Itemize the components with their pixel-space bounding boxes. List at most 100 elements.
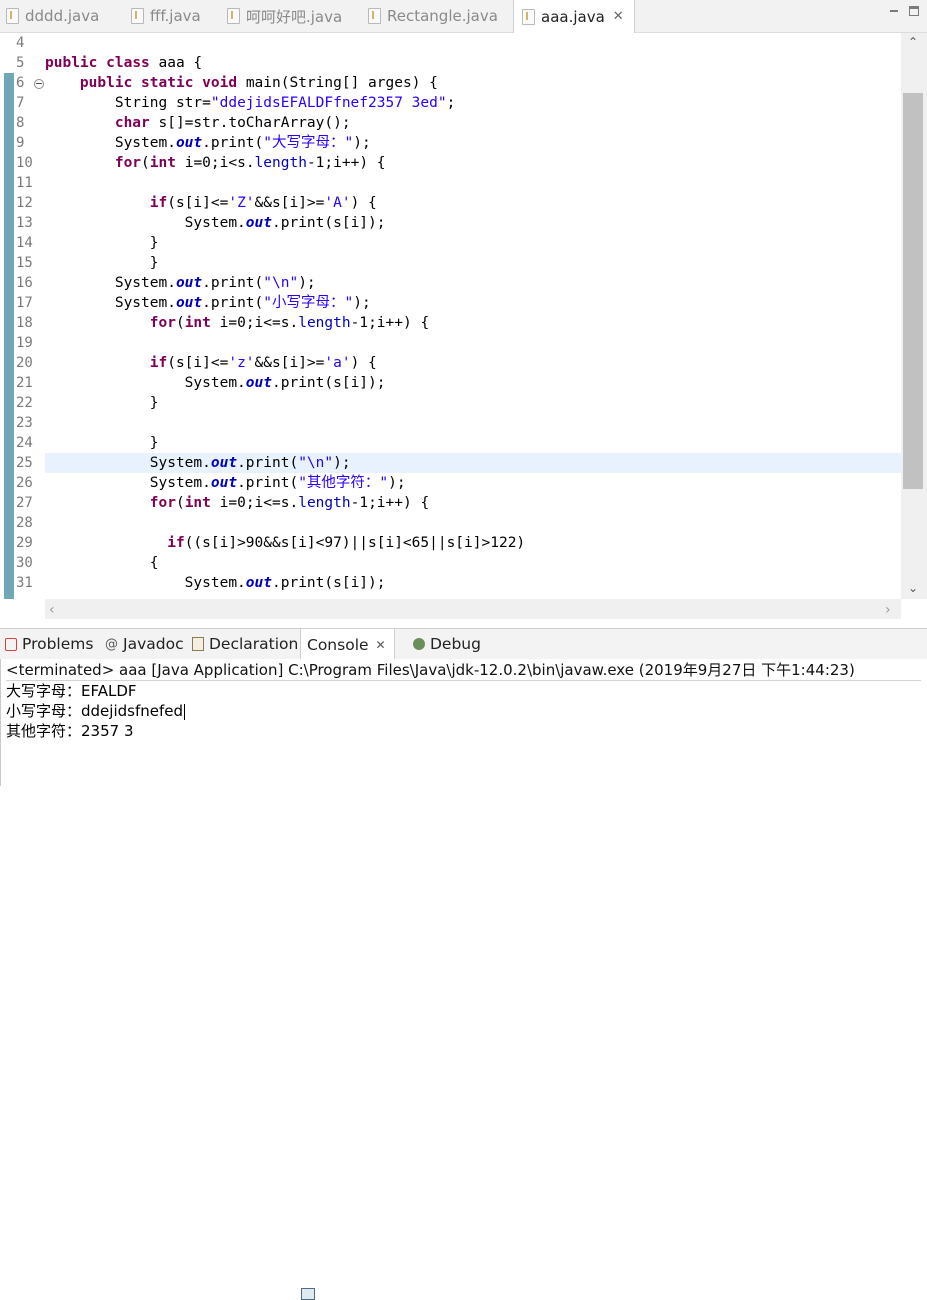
line-number: 27 [16,495,33,511]
line-number: 13 [16,215,33,231]
code-line: if(s[i]<='Z'&&s[i]>='A') { [149,195,377,211]
view-tab-bar: Problems @ Javadoc Declaration Console ✕… [0,628,927,1300]
change-marker [4,73,14,599]
java-file-icon [227,8,240,24]
java-file-icon [131,8,144,24]
tab-fff-java[interactable]: fff.java [131,0,201,32]
tab-declaration[interactable]: Declaration [192,629,298,659]
close-icon[interactable]: ✕ [613,9,624,24]
code-text[interactable]: public class aaa { public static void ma… [45,33,901,593]
java-file-icon [368,8,381,24]
line-number: 16 [16,275,33,291]
tab-label: Debug [430,635,481,653]
tab-label: fff.java [150,7,201,25]
line-number: 11 [16,175,33,191]
line-number: 28 [16,515,33,531]
console-line: 大写字母：EFALDF [6,682,137,700]
maximize-icon[interactable] [909,6,919,16]
problems-icon [5,637,17,651]
scroll-up-icon[interactable]: ⌃ [908,36,918,48]
line-number: 5 [16,55,25,71]
line-number: 9 [16,135,25,151]
code-line: System.out.print(s[i]); [45,575,386,591]
tab-rectangle-java[interactable]: Rectangle.java [368,0,498,32]
tab-label: Javadoc [123,635,184,653]
line-number: 7 [16,95,25,111]
code-line: if(s[i]<='z'&&s[i]>='a') { [149,355,377,371]
scrollbar-thumb[interactable] [903,93,923,489]
code-editor[interactable]: 4 5 6 7 8 9 10 11 12 13 14 15 16 17 18 1… [0,33,927,599]
code-line: System.out.print("大写字母："); [45,135,371,151]
line-number: 20 [16,355,33,371]
code-line: System.out.print("小写字母："); [45,295,371,311]
code-line: { [45,555,159,571]
current-code-line: System.out.print("\n"); [45,453,901,473]
console-line: 小写字母：ddejidsfnefed [6,702,185,720]
debug-icon [413,638,425,650]
code-line: for(int i=0;i<=s.length-1;i++) { [149,315,430,331]
line-number: 30 [16,555,33,571]
minimize-icon[interactable] [889,6,900,17]
editor-vertical-scrollbar[interactable]: ⌃ ⌄ [901,33,927,599]
line-number: 10 [16,155,33,171]
tab-label: aaa.java [541,7,605,26]
line-number: 14 [16,235,33,251]
scroll-right-icon[interactable]: › [885,602,891,618]
editor-horizontal-scrollbar[interactable]: ‹ › [45,599,901,619]
console-output[interactable]: 大写字母：EFALDF 小写字母：ddejidsfnefed 其他字符：2357… [6,681,185,741]
fold-collapse-icon[interactable] [34,79,44,89]
java-file-icon [522,8,535,25]
tab-javadoc[interactable]: @ Javadoc [105,629,184,659]
code-line: System.out.print("\n"); [45,275,316,291]
java-file-icon [6,8,19,24]
tab-dddd-java[interactable]: dddd.java [6,0,99,32]
line-number: 31 [16,575,33,591]
line-number: 18 [16,315,33,331]
tab-label: Declaration [209,635,299,653]
console-line: 其他字符：2357 3 [6,722,134,740]
line-number: 19 [16,335,33,351]
close-icon[interactable]: ✕ [376,638,386,652]
tab-label: Rectangle.java [387,7,498,25]
line-number: 22 [16,395,33,411]
code-line: } [45,235,159,251]
code-line: } [45,255,159,271]
code-line: System.out.print(s[i]); [45,215,386,231]
console-status: <terminated> aaa [Java Application] C:\P… [6,660,921,681]
line-number: 8 [16,115,25,131]
line-number: 4 [16,35,25,51]
code-line: for(int i=0;i<=s.length-1;i++) { [149,495,430,511]
line-number: 24 [16,435,33,451]
scroll-down-icon[interactable]: ⌄ [908,582,918,594]
line-number-gutter: 4 5 6 7 8 9 10 11 12 13 14 15 16 17 18 1… [16,33,44,593]
scroll-left-icon[interactable]: ‹ [49,602,55,618]
code-line: public class aaa { [45,55,203,71]
line-number: 21 [16,375,33,391]
tab-hehe-java[interactable]: 呵呵好吧.java [227,0,342,32]
tab-aaa-java[interactable]: aaa.java ✕ [513,0,635,33]
code-line: if((s[i]>90&&s[i]<97)||s[i]<65||s[i]>122… [167,535,526,551]
code-line: System.out.print(s[i]); [45,375,386,391]
tab-label: 呵呵好吧.java [246,7,343,26]
code-line: for(int i=0;i<s.length-1;i++) { [114,155,386,171]
editor-tab-bar: dddd.java fff.java 呵呵好吧.java Rectangle.j… [0,0,927,33]
tab-label: Console [307,635,369,654]
line-number: 17 [16,295,33,311]
line-number: 23 [16,415,33,431]
tab-problems[interactable]: Problems [5,629,93,659]
code-line: } [45,435,159,451]
tab-console[interactable]: Console ✕ [300,629,395,1300]
line-number: 26 [16,475,33,491]
code-line: char s[]=str.toCharArray(); [114,115,351,131]
tab-label: dddd.java [25,7,100,25]
line-number: 15 [16,255,33,271]
code-line: String str="ddejidsEFALDFfnef2357 3ed"; [45,95,456,111]
tab-debug[interactable]: Debug [413,629,481,659]
line-number: 6 [16,73,44,93]
change-ruler [2,33,16,599]
console-view[interactable]: <terminated> aaa [Java Application] C:\P… [0,659,927,786]
